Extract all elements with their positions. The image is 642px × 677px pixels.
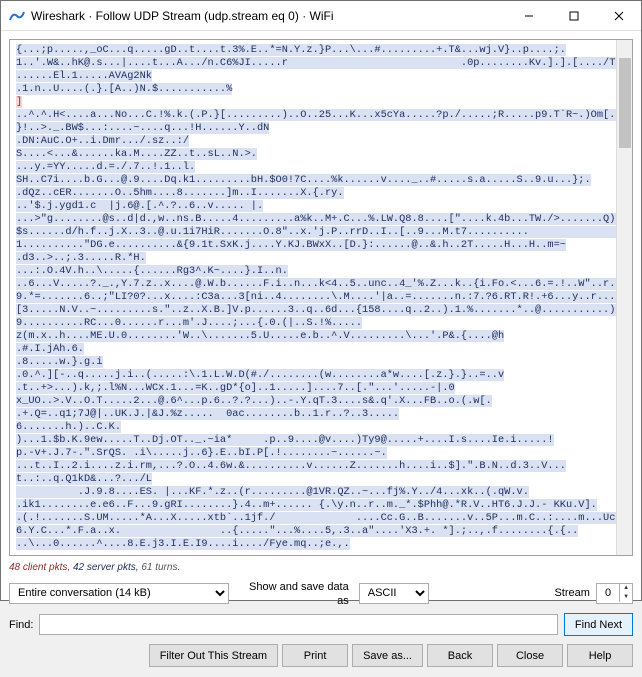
stream-line: ...y.=YY.....d.=./.7..!.1..l. — [16, 161, 195, 173]
window-buttons — [506, 1, 641, 30]
follow-stream-window: Wireshark · Follow UDP Stream (udp.strea… — [0, 0, 642, 601]
stream-line: ...t..I..2.i....z.i.rm,...?.O..4.6w.&...… — [16, 460, 566, 472]
stream-line: ..6...V.....?._.,Y.7.z..x....@.W.b......… — [16, 278, 616, 290]
close-dialog-button[interactable]: Close — [497, 644, 563, 667]
stream-value: 0 — [597, 587, 619, 599]
stream-line: )...1.$b.K.9ew.....T..Dj.OT.._.~ia* .p..… — [16, 434, 554, 446]
stream-line: .+.Q=..q1;7J@|..UK.J.|&J.%z..... 0ac....… — [16, 408, 399, 420]
stream-line: S....<...&......ka.M....ZZ..t..sL..N.>. — [16, 148, 257, 160]
minimize-button[interactable] — [506, 1, 551, 30]
stream-line: .(.!.......S.UM.....*A...X.....xtb`..1jf… — [16, 512, 616, 524]
find-input[interactable] — [39, 614, 557, 635]
stream-line: .#.I.jAh.6. — [16, 343, 84, 355]
stream-line: ] — [16, 96, 22, 108]
save-as-button[interactable]: Save as... — [352, 644, 423, 667]
stream-line: 9..........RC...0......r...m'.J....;...{… — [16, 317, 362, 329]
stream-line: 9.*=.......6..;"LI?0?...x....:C3a...3[ni… — [16, 291, 616, 303]
stream-text-frame: {...;p.....,_oC...q.....gD..t....t.3%.E.… — [9, 39, 633, 556]
find-next-button[interactable]: Find Next — [564, 613, 633, 636]
stream-line: 1.........."DG.e..........&{9.1t.SxK.j..… — [16, 239, 566, 251]
stream-line: }!..>._.BW$...:....~....q...!H......Y..d… — [16, 122, 269, 134]
stream-line: ...:.O.4V.h..\.....{......Rg3^.K~....}.I… — [16, 265, 288, 277]
stream-line: ..'$.j.ygd1.c |j.6@.[.^.?..6..v..... |. — [16, 200, 263, 212]
stream-line: {...;p.....,_oC...q.....gD..t....t.3%.E.… — [16, 44, 566, 56]
stream-line: ..^.^.H<....a...No...C.!%.k.(.P.}[......… — [16, 109, 616, 121]
stream-line: .dQz..cER.......O..5hm....8.......]m..I.… — [16, 187, 344, 199]
stream-label: Stream — [554, 587, 589, 599]
help-button[interactable]: Help — [567, 644, 633, 667]
stream-line: .t..+>...).k,;.l%N...WCx.1...=K..gD*{o].… — [16, 382, 455, 394]
spinner-arrows[interactable]: ▲ ▼ — [619, 584, 632, 602]
stream-line: p.-v+.J.7-.".SrQS. .i\.....j..6}.E..bI.P… — [16, 447, 387, 459]
stream-line: ..\...0......^....8.E.j3.I.E.I9....i....… — [16, 538, 350, 550]
stream-line: .1.n..U....(.}.[A..)N.$...........% — [16, 83, 232, 95]
turns-count: 61 turns. — [141, 562, 180, 573]
stream-line: 1..'.W&..hK@.s...|....t...A.../n.C6%JI..… — [16, 57, 616, 69]
client-pkts: 48 client pkts, — [9, 562, 70, 573]
stream-line: .DN:AuC.O+..i.Dmr.../.sz..:/ — [16, 135, 189, 147]
format-select[interactable]: ASCII — [359, 583, 429, 604]
window-title: Wireshark · Follow UDP Stream (udp.strea… — [31, 9, 506, 23]
packet-stats: 48 client pkts, 42 server pkts, 61 turns… — [9, 562, 633, 573]
scrollbar-thumb[interactable] — [619, 58, 631, 148]
button-row: Filter Out This Stream Print Save as... … — [9, 642, 633, 669]
vertical-scrollbar[interactable] — [616, 40, 632, 555]
stream-line: .J.9.8....ES. |...KF.*.z..(r.........@1V… — [16, 486, 529, 498]
conversation-row: Entire conversation (14 kB) Show and sav… — [9, 579, 633, 607]
stream-line: .0.^.][-..q.....j.i..(.....:\.1.L.W.D(#.… — [16, 369, 504, 381]
find-label: Find: — [9, 619, 33, 631]
stream-line: 6.Y.C...*.F.a..x. ..{....."...%....5,.3.… — [16, 525, 578, 537]
find-row: Find: Find Next — [9, 613, 633, 636]
stream-line: ......El.1.....AVAg2Nk — [16, 70, 152, 82]
stream-line: t..:..q.Q1kD&...?.../L — [16, 473, 152, 485]
stream-spinner[interactable]: 0 ▲ ▼ — [596, 583, 633, 604]
stream-line: [3.....N.V..~.........s."..z..X.B.]V.p..… — [16, 304, 616, 316]
stream-line: ...>"g........@s..d|d.,w..ns.B.....4....… — [16, 213, 616, 225]
stream-text[interactable]: {...;p.....,_oC...q.....gD..t....t.3%.E.… — [10, 40, 616, 555]
stream-line: .8.....w.}.g.i — [16, 356, 103, 368]
close-button[interactable] — [596, 1, 641, 30]
print-button[interactable]: Print — [282, 644, 348, 667]
stream-line: $s......d/h.f..j.X..3..@.u.1i7HiR.......… — [16, 226, 616, 238]
stream-line: .d3..>..;.3.....R.*H. — [16, 252, 146, 264]
chevron-up-icon[interactable]: ▲ — [620, 584, 632, 593]
stream-line: SH..C7i....b.G...@.9....Dq.k1.........bH… — [16, 174, 591, 186]
stream-line: z(m.x..h....ME.U.0........'W..\.......5.… — [16, 330, 504, 342]
stream-line: x_UO..>.V..O.T.....2...@.6^...p.6..?.?..… — [16, 395, 492, 407]
wireshark-icon — [9, 8, 25, 24]
conversation-select[interactable]: Entire conversation (14 kB) — [9, 583, 229, 604]
titlebar: Wireshark · Follow UDP Stream (udp.strea… — [1, 1, 641, 31]
maximize-button[interactable] — [551, 1, 596, 30]
server-pkts: 42 server pkts, — [73, 562, 139, 573]
content-area: {...;p.....,_oC...q.....gD..t....t.3%.E.… — [1, 31, 641, 677]
show-save-label: Show and save data as — [249, 581, 349, 607]
stream-line: 6.......h.)..C.K. — [16, 421, 121, 433]
stream-line: .ik1........e.e6..F...9.gRI........}.4..… — [16, 499, 597, 511]
back-button[interactable]: Back — [427, 644, 493, 667]
filter-out-button[interactable]: Filter Out This Stream — [149, 644, 278, 667]
